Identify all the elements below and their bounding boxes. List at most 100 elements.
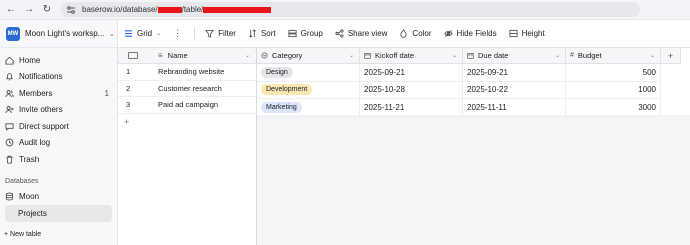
filter-button[interactable]: Filter: [205, 29, 236, 38]
budget-cell[interactable]: 1000: [566, 81, 661, 98]
more-options-icon[interactable]: ⋮: [173, 28, 182, 39]
hide-fields-button[interactable]: Hide Fields: [443, 29, 497, 38]
chevron-down-icon[interactable]: ⌄: [650, 52, 655, 59]
members-count: 1: [104, 88, 109, 98]
name-cell[interactable]: Customer research: [158, 84, 222, 93]
table-row[interactable]: Development 2025-10-28 2025-10-22 1000: [257, 81, 661, 99]
due-header-label: Due date: [478, 51, 509, 60]
sort-icon: [249, 29, 256, 38]
sidebar-item-trash[interactable]: Trash: [0, 151, 117, 168]
table-row[interactable]: Design 2025-09-21 2025-09-21 500: [257, 64, 661, 82]
sort-label: Sort: [260, 29, 276, 38]
paint-icon: [400, 29, 408, 38]
table-row[interactable]: 3 Paid ad campaign: [118, 97, 256, 114]
category-badge: Design: [261, 66, 293, 78]
calendar-icon: [364, 53, 371, 59]
sidebar-item-invite[interactable]: Invite others: [0, 102, 117, 119]
empty-grid-area: [257, 115, 690, 245]
kickoff-header-label: Kickoff date: [375, 51, 415, 60]
number-field-icon: #: [570, 52, 574, 59]
due-column-header[interactable]: Due date ⌄: [463, 47, 566, 64]
name-cell[interactable]: Rebranding website: [158, 67, 224, 76]
budget-cell[interactable]: 3000: [566, 99, 661, 116]
grid-view: ≡ Name ⌄ 1 Rebranding website 2 Customer…: [118, 47, 690, 245]
sidebar-item-home[interactable]: Home: [0, 52, 117, 69]
sort-button[interactable]: Sort: [248, 29, 276, 38]
chevron-down-icon: ⌄: [156, 31, 162, 37]
chevron-down-icon[interactable]: ⌄: [245, 52, 250, 59]
row-height-button[interactable]: Height: [509, 29, 545, 38]
chevron-down-icon[interactable]: ⌄: [555, 52, 560, 59]
databases-section-label: Databases: [5, 178, 39, 185]
reload-icon[interactable]: ↻: [40, 3, 54, 17]
eye-off-icon: [443, 30, 453, 37]
category-cell[interactable]: Development: [257, 81, 360, 98]
color-button[interactable]: Color: [399, 29, 432, 38]
redaction-bar: [157, 6, 182, 13]
due-cell[interactable]: 2025-09-21: [463, 64, 566, 81]
category-column-header[interactable]: Category ⌄: [257, 47, 360, 64]
back-icon[interactable]: ←: [4, 3, 18, 17]
sidebar-item-audit-log[interactable]: Audit log: [0, 135, 117, 152]
group-label: Group: [300, 29, 323, 38]
chevron-down-icon[interactable]: ⌄: [452, 52, 457, 59]
share-view-button[interactable]: Share view: [335, 29, 388, 38]
forward-icon[interactable]: →: [22, 3, 36, 17]
home-icon: [5, 56, 14, 65]
workspace-avatar: MW: [6, 26, 20, 41]
database-icon: [5, 192, 14, 200]
sidebar-item-label: Invite others: [19, 105, 63, 115]
grid-icon: [124, 30, 133, 37]
name-cell[interactable]: Paid ad campaign: [158, 100, 218, 109]
add-field-button[interactable]: +: [661, 48, 681, 64]
select-all-checkbox[interactable]: [128, 52, 138, 59]
chevron-down-icon[interactable]: ⌄: [349, 52, 354, 59]
category-cell[interactable]: Design: [257, 64, 360, 81]
sidebar-item-members[interactable]: Members 1: [0, 85, 117, 102]
share-label: Share view: [347, 29, 388, 38]
due-cell[interactable]: 2025-11-11: [463, 99, 566, 116]
view-switcher[interactable]: Grid ⌄: [124, 29, 161, 38]
hide-fields-label: Hide Fields: [456, 29, 497, 38]
chat-icon: [5, 123, 14, 131]
view-toolbar: Grid ⌄ ⋮ Filter Sort Group Share view Co…: [118, 20, 690, 48]
sidebar: MW Moon Light's worksp... ⌄ Home Notific…: [0, 20, 118, 245]
add-row-button[interactable]: +: [118, 114, 256, 131]
group-button[interactable]: Group: [288, 29, 323, 38]
sidebar-database-moon[interactable]: Moon: [0, 188, 117, 205]
filter-icon: [205, 29, 215, 38]
kickoff-cell[interactable]: 2025-09-21: [360, 64, 463, 81]
kickoff-cell[interactable]: 2025-11-21: [360, 99, 463, 116]
sidebar-table-projects[interactable]: Projects: [5, 204, 112, 222]
row-number: 3: [126, 100, 131, 110]
table-row[interactable]: Marketing 2025-11-21 2025-11-11 3000: [257, 99, 661, 117]
kickoff-column-header[interactable]: Kickoff date ⌄: [360, 47, 463, 64]
category-cell[interactable]: Marketing: [257, 99, 360, 116]
table-row[interactable]: 1 Rebranding website: [118, 64, 256, 81]
name-column-header[interactable]: ≡ Name ⌄: [118, 48, 256, 64]
browser-address-bar: ← → ↻ baserow.io/database/ /table/: [0, 0, 690, 20]
name-header-label: Name: [167, 51, 188, 60]
url-field[interactable]: baserow.io/database/ /table/: [60, 2, 640, 17]
due-cell[interactable]: 2025-10-22: [463, 81, 566, 98]
workspace-name: Moon Light's worksp...: [25, 29, 105, 38]
category-badge: Development: [261, 84, 313, 96]
category-badge: Marketing: [261, 101, 302, 113]
sidebar-item-label: Direct support: [19, 121, 69, 131]
toolbar-divider: [194, 26, 196, 41]
bell-icon: [6, 73, 13, 81]
budget-column-header[interactable]: # Budget ⌄: [566, 47, 661, 64]
table-label: Projects: [18, 208, 47, 218]
column-header-row: Category ⌄ Kickoff date ⌄ Due date ⌄ # B…: [257, 47, 661, 64]
sidebar-item-notifications[interactable]: Notifications: [0, 69, 117, 86]
kickoff-cell[interactable]: 2025-10-28: [360, 81, 463, 98]
budget-cell[interactable]: 500: [566, 64, 661, 81]
workspace-switcher[interactable]: MW Moon Light's worksp... ⌄: [0, 20, 117, 48]
sidebar-item-label: Members: [19, 88, 53, 98]
table-row[interactable]: 2 Customer research: [118, 81, 256, 97]
site-settings-icon[interactable]: [66, 5, 76, 15]
sidebar-item-label: Notifications: [19, 72, 63, 82]
new-table-button[interactable]: + New table: [0, 227, 117, 242]
sidebar-item-support[interactable]: Direct support: [0, 118, 117, 135]
user-plus-icon: [5, 106, 14, 114]
